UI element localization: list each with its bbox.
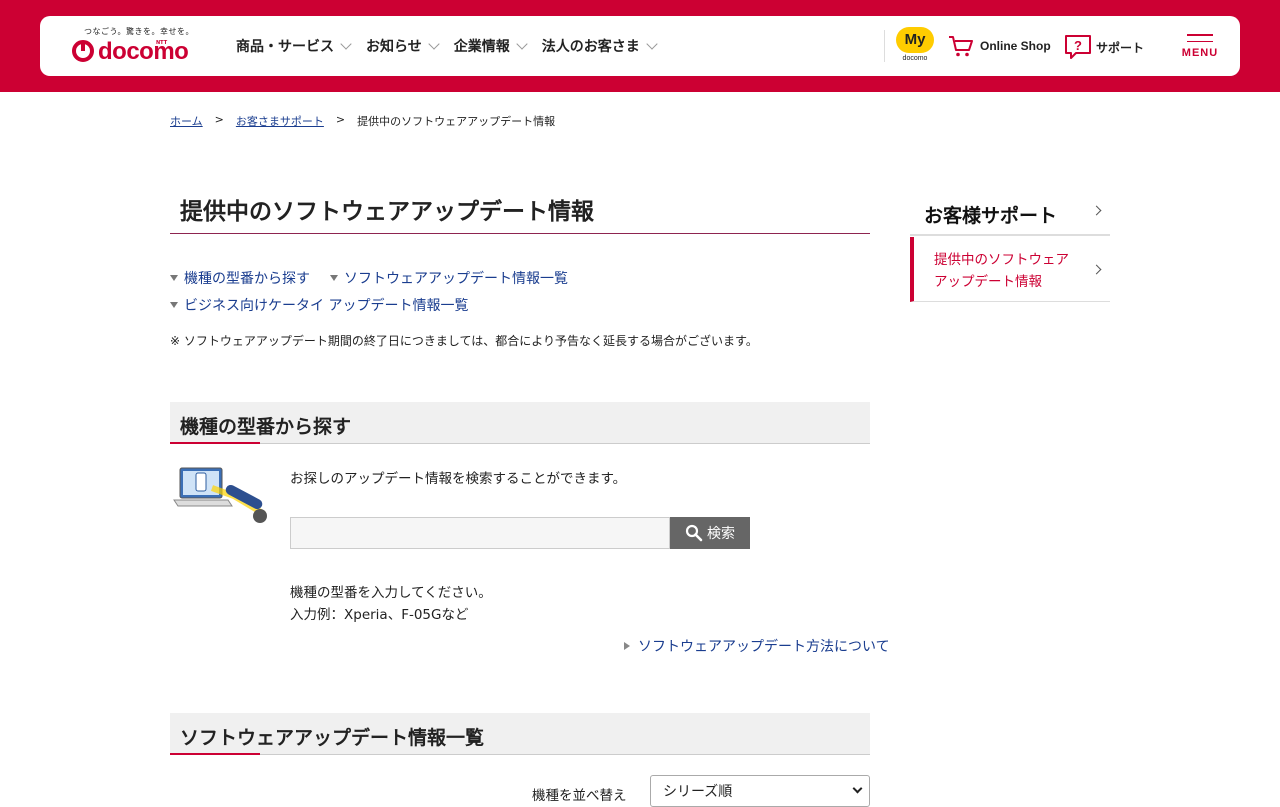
menu-button[interactable]: MENU — [1180, 34, 1220, 59]
search-button[interactable]: 検索 — [670, 517, 750, 549]
nav-label: 企業情報 — [453, 39, 510, 55]
anchor-search-by-model[interactable]: 機種の型番から探す — [170, 264, 310, 291]
support-link[interactable]: ? サポート — [1064, 34, 1144, 60]
nav-news[interactable]: お知らせ — [366, 36, 440, 56]
global-nav: 商品・サービス お知らせ 企業情報 法人のお客さま — [236, 16, 672, 76]
sort-select[interactable]: シリーズ順 — [650, 775, 870, 807]
section-heading-update-list: ソフトウェアアップデート情報一覧 — [170, 713, 870, 755]
side-nav-item-software-update[interactable]: 提供中のソフトウェアアップデート情報 — [910, 237, 1110, 302]
chevron-down-icon — [852, 783, 863, 794]
cart-icon — [949, 36, 973, 57]
breadcrumb-home[interactable]: ホーム — [170, 113, 203, 129]
search-help-line1: 機種の型番を入力してください。 — [290, 585, 492, 601]
svg-text:?: ? — [1074, 38, 1082, 53]
breadcrumb: ホーム > お客さまサポート > 提供中のソフトウェアアップデート情報 — [170, 113, 555, 129]
page-title: 提供中のソフトウェアアップデート情報 — [170, 192, 870, 234]
section-heading-search: 機種の型番から探す — [170, 402, 870, 444]
help-bubble-icon: ? — [1065, 35, 1091, 59]
my-docomo-badge: My — [896, 27, 934, 53]
search-icon — [685, 524, 703, 542]
search-button-label: 検索 — [707, 525, 735, 541]
my-docomo-link[interactable]: My docomo — [895, 27, 935, 62]
anchor-links: 機種の型番から探す ソフトウェアアップデート情報一覧 ビジネス向けケータイ アップ… — [170, 264, 870, 318]
chevron-right-icon — [1091, 264, 1102, 275]
chevron-down-icon — [646, 37, 658, 50]
howto-label: ソフトウェアアップデート方法について — [638, 639, 890, 655]
anchor-business-keitai[interactable]: ビジネス向けケータイ アップデート情報一覧 — [170, 291, 468, 318]
model-search-input[interactable] — [290, 517, 670, 549]
search-help-line2: 入力例：Xperia、F-05Gなど — [290, 607, 469, 623]
chevron-right-icon — [1091, 205, 1102, 216]
sort-selected-value: シリーズ順 — [663, 784, 733, 800]
breadcrumb-separator: > — [214, 113, 224, 126]
search-description: お探しのアップデート情報を検索することができます。 — [290, 471, 627, 487]
triangle-down-icon — [330, 274, 338, 281]
nav-label: 法人のお客さま — [541, 39, 640, 55]
side-nav-item-label: 提供中のソフトウェアアップデート情報 — [934, 252, 1069, 290]
online-shop-link[interactable]: Online Shop — [948, 34, 1051, 58]
breadcrumb-support[interactable]: お客さまサポート — [236, 113, 324, 129]
side-nav-title[interactable]: お客様サポート — [910, 190, 1110, 236]
header-divider — [884, 30, 885, 62]
notice-text: ※ ソフトウェアアップデート期間の終了日につきましては、都合により予告なく延長す… — [170, 334, 758, 348]
nav-corporate-info[interactable]: 企業情報 — [453, 36, 528, 56]
global-header: つなごう。驚きを。幸せを。 NTT docomo 商品・サービス お知らせ 企業… — [40, 16, 1240, 76]
docomo-logo[interactable]: つなごう。驚きを。幸せを。 NTT docomo — [72, 24, 202, 68]
anchor-update-list[interactable]: ソフトウェアアップデート情報一覧 — [330, 264, 568, 291]
breadcrumb-current: 提供中のソフトウェアアップデート情報 — [357, 115, 556, 128]
nav-label: 商品・サービス — [236, 39, 334, 55]
update-howto-link[interactable]: ソフトウェアアップデート方法について — [624, 636, 890, 656]
my-docomo-sub: docomo — [902, 55, 928, 62]
breadcrumb-separator: > — [335, 113, 346, 126]
logo-wordmark: docomo — [72, 38, 189, 66]
hamburger-icon — [1180, 34, 1220, 42]
chevron-down-icon — [428, 37, 440, 50]
nav-label: お知らせ — [366, 39, 422, 55]
triangle-down-icon — [170, 301, 178, 308]
support-label: サポート — [1096, 40, 1145, 55]
phone-update-illustration-icon — [173, 467, 267, 523]
chevron-down-icon — [516, 37, 528, 50]
logo-tagline: つなごう。驚きを。幸せを。 — [84, 27, 195, 36]
anchor-label: ビジネス向けケータイ アップデート情報一覧 — [184, 297, 469, 314]
side-nav-title-label: お客様サポート — [924, 205, 1058, 227]
triangle-down-icon — [170, 274, 178, 281]
nav-business[interactable]: 法人のお客さま — [541, 36, 658, 56]
menu-label: MENU — [1181, 47, 1219, 59]
logo-text: docomo — [98, 38, 189, 65]
nav-products-services[interactable]: 商品・サービス — [236, 36, 352, 56]
logo-mark-icon — [72, 40, 94, 62]
online-shop-label: Online Shop — [980, 39, 1051, 53]
triangle-right-icon — [624, 642, 630, 650]
anchor-label: ソフトウェアアップデート情報一覧 — [344, 270, 568, 287]
anchor-label: 機種の型番から探す — [184, 270, 310, 287]
sort-label: 機種を並べ替え — [532, 788, 627, 804]
chevron-down-icon — [340, 37, 352, 50]
